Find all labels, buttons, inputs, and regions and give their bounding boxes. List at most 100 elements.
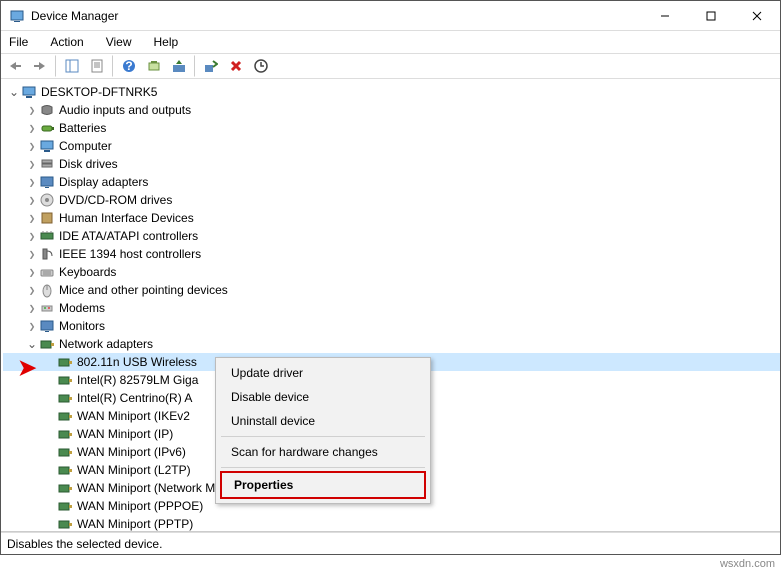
device-label: WAN Miniport (IKEv2 — [77, 409, 190, 423]
category-item[interactable]: ❯Human Interface Devices — [3, 209, 780, 227]
forward-button[interactable] — [28, 55, 52, 77]
minimize-button[interactable] — [642, 1, 688, 31]
title-bar: Device Manager — [1, 1, 780, 31]
show-hide-tree-button[interactable] — [60, 55, 84, 77]
expand-icon[interactable]: ❯ — [25, 229, 39, 243]
expand-icon[interactable]: ❯ — [25, 283, 39, 297]
expand-icon[interactable]: ❯ — [25, 247, 39, 261]
context-uninstall-device[interactable]: Uninstall device — [219, 409, 427, 433]
category-icon — [39, 174, 55, 190]
collapse-icon[interactable]: ⌄ — [7, 85, 21, 99]
category-item[interactable]: ❯ Batteries — [3, 119, 780, 137]
category-item[interactable]: ❯Keyboards — [3, 263, 780, 281]
expand-icon[interactable]: ❯ — [25, 301, 39, 315]
context-update-driver[interactable]: Update driver — [219, 361, 427, 385]
collapse-icon[interactable]: ⌄ — [25, 337, 39, 351]
category-item[interactable]: ❯ Audio inputs and outputs — [3, 101, 780, 119]
category-label: Computer — [59, 139, 112, 153]
category-label: Mice and other pointing devices — [59, 283, 228, 297]
app-icon — [9, 8, 25, 24]
category-icon — [39, 210, 55, 226]
device-label: WAN Miniport (PPTP) — [77, 517, 193, 531]
watermark: wsxdn.com — [720, 558, 775, 570]
category-item[interactable]: ❯ Mice and other pointing devices — [3, 281, 780, 299]
category-icon — [39, 264, 55, 280]
category-item[interactable]: ❯ DVD/CD-ROM drives — [3, 191, 780, 209]
menu-file[interactable]: File — [5, 33, 32, 51]
root-label: DESKTOP-DFTNRK5 — [41, 85, 157, 99]
properties-button[interactable] — [85, 55, 109, 77]
network-adapter-icon — [39, 336, 55, 352]
annotation-arrow: ➤ — [18, 355, 36, 381]
network-adapter-icon — [57, 480, 73, 496]
category-item[interactable]: ❯ Disk drives — [3, 155, 780, 173]
category-label: DVD/CD-ROM drives — [59, 193, 172, 207]
category-label: Network adapters — [59, 337, 153, 351]
expand-icon[interactable]: ❯ — [25, 319, 39, 333]
network-adapter-icon — [57, 444, 73, 460]
expand-icon[interactable]: ❯ — [25, 193, 39, 207]
network-adapter-icon — [57, 498, 73, 514]
category-item[interactable]: ❯ Computer — [3, 137, 780, 155]
scan-button[interactable] — [142, 55, 166, 77]
device-item[interactable]: WAN Miniport (PPTP) — [3, 515, 780, 531]
menu-help[interactable]: Help — [150, 33, 183, 51]
context-disable-device[interactable]: Disable device — [219, 385, 427, 409]
network-adapter-icon — [57, 516, 73, 531]
device-label: 802.11n USB Wireless — [77, 355, 197, 369]
menu-separator — [221, 436, 425, 437]
context-menu: Update driver Disable device Uninstall d… — [215, 357, 431, 504]
uninstall-button[interactable] — [224, 55, 248, 77]
network-adapter-icon — [57, 390, 73, 406]
maximize-button[interactable] — [688, 1, 734, 31]
menu-separator — [221, 467, 425, 468]
network-adapter-icon — [57, 462, 73, 478]
svg-text:?: ? — [125, 59, 132, 73]
expand-icon[interactable]: ❯ — [25, 265, 39, 279]
context-properties[interactable]: Properties — [220, 471, 426, 499]
close-button[interactable] — [734, 1, 780, 31]
category-item[interactable]: ❯Modems — [3, 299, 780, 317]
category-label: IEEE 1394 host controllers — [59, 247, 201, 261]
context-scan-hardware[interactable]: Scan for hardware changes — [219, 440, 427, 464]
menu-view[interactable]: View — [102, 33, 136, 51]
category-item[interactable]: ❯ IEEE 1394 host controllers — [3, 245, 780, 263]
category-icon — [39, 318, 55, 334]
category-label: Disk drives — [59, 157, 118, 171]
expand-icon[interactable]: ❯ — [25, 175, 39, 189]
scan-hardware-button[interactable] — [249, 55, 273, 77]
status-text: Disables the selected device. — [7, 537, 162, 551]
menu-bar: File Action View Help — [1, 31, 780, 53]
expand-icon[interactable]: ❯ — [25, 103, 39, 117]
expand-icon[interactable]: ❯ — [25, 121, 39, 135]
category-item[interactable]: ❯Display adapters — [3, 173, 780, 191]
computer-icon — [21, 84, 37, 100]
expand-icon[interactable]: ❯ — [25, 139, 39, 153]
category-icon — [39, 300, 55, 316]
update-driver-button[interactable] — [167, 55, 191, 77]
menu-action[interactable]: Action — [46, 33, 87, 51]
category-icon — [39, 156, 55, 172]
category-icon — [39, 102, 55, 118]
network-adapter-icon — [57, 408, 73, 424]
category-network[interactable]: ⌄ Network adapters — [3, 335, 780, 353]
device-label: Intel(R) Centrino(R) A — [77, 391, 192, 405]
category-label: IDE ATA/ATAPI controllers — [59, 229, 198, 243]
network-adapter-icon — [57, 372, 73, 388]
device-label: WAN Miniport (PPPOE) — [77, 499, 203, 513]
category-label: Batteries — [59, 121, 106, 135]
device-label: WAN Miniport (IPv6) — [77, 445, 186, 459]
category-item[interactable]: ❯ IDE ATA/ATAPI controllers — [3, 227, 780, 245]
network-adapter-icon — [57, 426, 73, 442]
expand-icon[interactable]: ❯ — [25, 157, 39, 171]
disable-button[interactable] — [199, 55, 223, 77]
category-label: Audio inputs and outputs — [59, 103, 191, 117]
help-button[interactable]: ? — [117, 55, 141, 77]
tree-root[interactable]: ⌄ DESKTOP-DFTNRK5 — [3, 83, 780, 101]
expand-icon[interactable]: ❯ — [25, 211, 39, 225]
category-icon — [39, 138, 55, 154]
category-item[interactable]: ❯Monitors — [3, 317, 780, 335]
category-icon — [39, 120, 55, 136]
category-icon — [39, 228, 55, 244]
back-button[interactable] — [3, 55, 27, 77]
